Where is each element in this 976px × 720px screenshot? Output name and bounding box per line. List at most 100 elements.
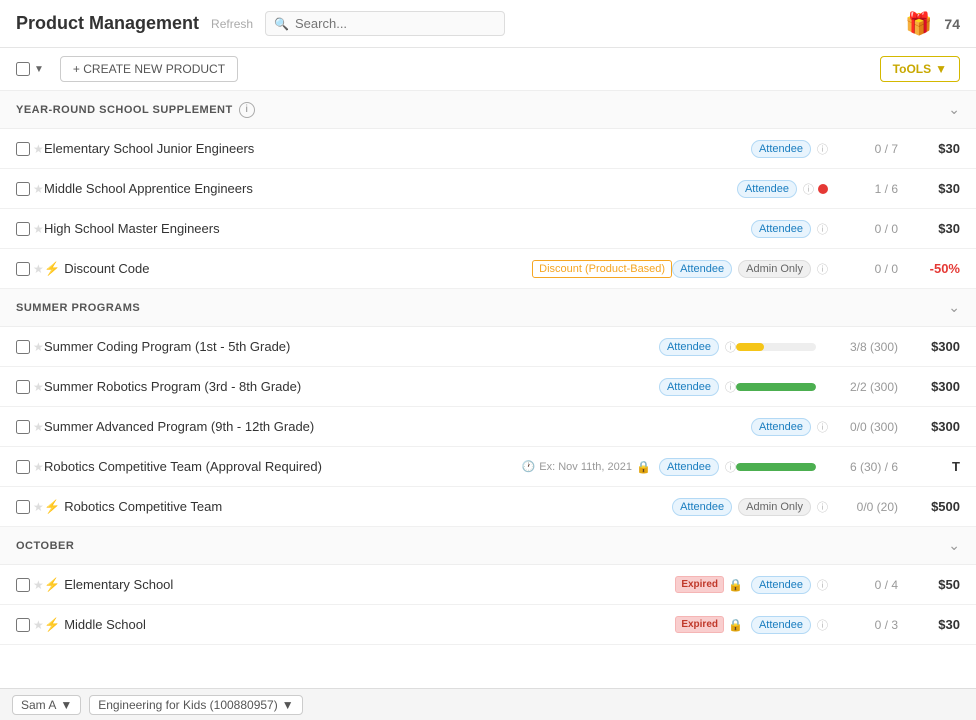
star-icon[interactable]: ★ xyxy=(33,578,44,592)
bolt-icon: ⚡ xyxy=(44,617,60,632)
section-collapse-icon[interactable]: ⌄ xyxy=(948,537,960,554)
info-icon[interactable]: ⓘ xyxy=(725,339,736,355)
attendee-tag: Attendee xyxy=(751,140,811,158)
clock-icon: 🕐 xyxy=(522,460,536,473)
row-checkbox[interactable] xyxy=(16,380,30,394)
search-box: 🔍 xyxy=(265,11,505,36)
lock-icon: 🔒 xyxy=(636,460,651,474)
product-name: ⚡Middle School xyxy=(44,617,675,633)
product-name: Summer Coding Program (1st - 5th Grade) xyxy=(44,339,659,354)
expiry-text: Ex: Nov 11th, 2021 xyxy=(539,461,632,473)
info-icon[interactable]: ⓘ xyxy=(817,221,828,237)
row-checkbox-wrap: ★ xyxy=(16,182,44,196)
content-area: YEAR-ROUND SCHOOL SUPPLEMENT i ⌄ ★ Eleme… xyxy=(0,91,976,699)
row-checkbox[interactable] xyxy=(16,618,30,632)
top-bar-right: 🎁 74 xyxy=(905,11,960,37)
create-product-button[interactable]: + CREATE NEW PRODUCT xyxy=(60,56,238,82)
row-checkbox[interactable] xyxy=(16,460,30,474)
bolt-icon: ⚡ xyxy=(44,577,60,592)
table-row: ★ Summer Coding Program (1st - 5th Grade… xyxy=(0,327,976,367)
row-checkbox-wrap: ★ xyxy=(16,380,44,394)
price-col: $30 xyxy=(910,141,960,156)
table-row: ★ ⚡Discount CodeDiscount (Product-Based)… xyxy=(0,249,976,289)
star-icon[interactable]: ★ xyxy=(33,222,44,236)
tags-row: Attendeeⓘ xyxy=(751,418,828,436)
table-row: ★ High School Master EngineersAttendeeⓘ0… xyxy=(0,209,976,249)
star-icon[interactable]: ★ xyxy=(33,262,44,276)
star-icon[interactable]: ★ xyxy=(33,420,44,434)
info-icon[interactable]: ⓘ xyxy=(817,499,828,515)
org-label: Engineering for Kids (100880957) xyxy=(98,698,277,712)
select-all-checkbox[interactable] xyxy=(16,62,30,76)
price-col: $30 xyxy=(910,181,960,196)
expiry-row: Expired 🔒 xyxy=(675,576,743,593)
progress-bar xyxy=(736,383,816,391)
tools-button[interactable]: ToOLS ▼ xyxy=(880,56,960,82)
info-icon[interactable]: ⓘ xyxy=(803,181,814,197)
tags-row: Attendeeⓘ xyxy=(737,180,814,198)
row-checkbox[interactable] xyxy=(16,340,30,354)
info-icon[interactable]: ⓘ xyxy=(725,459,736,475)
progress-bar-wrap xyxy=(736,343,816,351)
tags-row: AttendeeAdmin Onlyⓘ xyxy=(672,260,828,278)
table-row: ★ Elementary School Junior EngineersAtte… xyxy=(0,129,976,169)
expired-badge: Expired xyxy=(675,616,724,633)
tags-row: Attendeeⓘ xyxy=(659,338,736,356)
expiry-row: Expired🔒 xyxy=(675,616,743,633)
row-checkbox[interactable] xyxy=(16,578,30,592)
section-title: OCTOBER xyxy=(16,540,74,552)
star-icon[interactable]: ★ xyxy=(33,460,44,474)
star-icon[interactable]: ★ xyxy=(33,142,44,156)
row-checkbox[interactable] xyxy=(16,142,30,156)
row-checkbox[interactable] xyxy=(16,420,30,434)
section-header-summer[interactable]: SUMMER PROGRAMS ⌄ xyxy=(0,289,976,327)
info-icon[interactable]: ⓘ xyxy=(817,141,828,157)
info-icon[interactable]: ⓘ xyxy=(817,577,828,593)
row-checkbox[interactable] xyxy=(16,182,30,196)
star-icon[interactable]: ★ xyxy=(33,618,44,632)
info-icon[interactable]: ⓘ xyxy=(817,419,828,435)
attendee-tag: Attendee xyxy=(751,616,811,634)
section-collapse-icon[interactable]: ⌄ xyxy=(948,299,960,316)
admin-tag: Admin Only xyxy=(738,498,811,516)
price-col: $300 xyxy=(910,379,960,394)
discount-tag: Discount (Product-Based) xyxy=(532,260,672,278)
tags-row: AttendeeAdmin Onlyⓘ xyxy=(672,498,828,516)
star-icon[interactable]: ★ xyxy=(33,340,44,354)
lock-icon: 🔒 xyxy=(728,578,743,592)
status-dot xyxy=(818,184,828,194)
section-header-october[interactable]: OCTOBER ⌄ xyxy=(0,527,976,565)
expired-badge: Expired xyxy=(675,576,724,593)
org-selector[interactable]: Engineering for Kids (100880957) ▼ xyxy=(89,695,302,715)
tags-row: Attendee ⓘ xyxy=(751,140,828,158)
section-header-year-round[interactable]: YEAR-ROUND SCHOOL SUPPLEMENT i ⌄ xyxy=(0,91,976,129)
table-row: ★ Robotics Competitive Team (Approval Re… xyxy=(0,447,976,487)
row-checkbox-wrap: ★ xyxy=(16,142,44,156)
count-col: 3/8 (300) xyxy=(828,340,898,354)
star-icon[interactable]: ★ xyxy=(33,500,44,514)
bolt-icon: ⚡ xyxy=(44,261,60,276)
info-icon[interactable]: ⓘ xyxy=(817,261,828,277)
user-selector[interactable]: Sam A ▼ xyxy=(12,695,81,715)
search-input[interactable] xyxy=(295,16,496,31)
info-icon[interactable]: ⓘ xyxy=(817,617,828,633)
row-checkbox[interactable] xyxy=(16,222,30,236)
row-checkbox[interactable] xyxy=(16,500,30,514)
tags-row: Attendeeⓘ xyxy=(659,378,736,396)
row-checkbox-wrap: ★ xyxy=(16,578,44,592)
product-name: ⚡Elementary School xyxy=(44,577,675,593)
info-icon[interactable]: ⓘ xyxy=(725,379,736,395)
user-chevron-icon: ▼ xyxy=(60,698,72,712)
section-title: YEAR-ROUND SCHOOL SUPPLEMENT xyxy=(16,104,233,116)
star-icon[interactable]: ★ xyxy=(33,182,44,196)
refresh-button[interactable]: Refresh xyxy=(211,17,253,31)
section-collapse-icon[interactable]: ⌄ xyxy=(948,101,960,118)
row-checkbox[interactable] xyxy=(16,262,30,276)
gift-icon: 🎁 xyxy=(905,11,932,37)
star-icon[interactable]: ★ xyxy=(33,380,44,394)
bottom-bar: Sam A ▼ Engineering for Kids (100880957)… xyxy=(0,688,976,720)
bolt-icon: ⚡ xyxy=(44,499,60,514)
select-chevron-icon[interactable]: ▼ xyxy=(34,64,44,75)
org-chevron-icon: ▼ xyxy=(282,698,294,712)
user-label: Sam A xyxy=(21,698,56,712)
